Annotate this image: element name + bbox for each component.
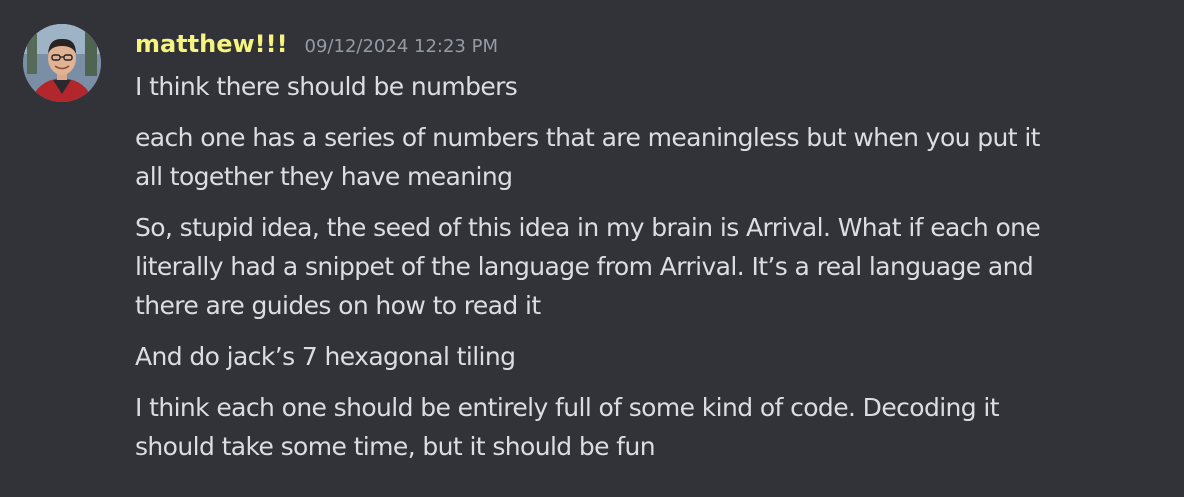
- message-line: all together they have meaning: [135, 162, 513, 191]
- message-line: there are guides on how to read it: [135, 291, 541, 320]
- message-line: I think there should be numbers: [135, 72, 518, 101]
- message-body: I think there should be numbers each one…: [135, 67, 1165, 466]
- message-timestamp[interactable]: 09/12/2024 12:23 PM: [305, 31, 498, 63]
- message-header: matthew!!! 09/12/2024 12:23 PM: [135, 28, 498, 60]
- message-line: And do jack’s 7 hexagonal tiling: [135, 342, 516, 371]
- message-line: So, stupid idea, the seed of this idea i…: [135, 213, 1041, 242]
- message-line: each one has a series of numbers that ar…: [135, 123, 1040, 152]
- chat-message: matthew!!! 09/12/2024 12:23 PM I think t…: [0, 0, 1184, 497]
- username[interactable]: matthew!!!: [135, 28, 288, 60]
- message-line: literally had a snippet of the language …: [135, 252, 1034, 281]
- message-paragraph: And do jack’s 7 hexagonal tiling: [135, 337, 1165, 376]
- message-paragraph: I think each one should be entirely full…: [135, 388, 1165, 466]
- message-line: I think each one should be entirely full…: [135, 393, 1000, 422]
- message-line: should take some time, but it should be …: [135, 432, 656, 461]
- user-avatar[interactable]: [23, 24, 101, 102]
- message-paragraph: each one has a series of numbers that ar…: [135, 118, 1165, 196]
- message-paragraph: So, stupid idea, the seed of this idea i…: [135, 208, 1165, 325]
- message-paragraph: I think there should be numbers: [135, 67, 1165, 106]
- avatar-photo: [23, 24, 101, 102]
